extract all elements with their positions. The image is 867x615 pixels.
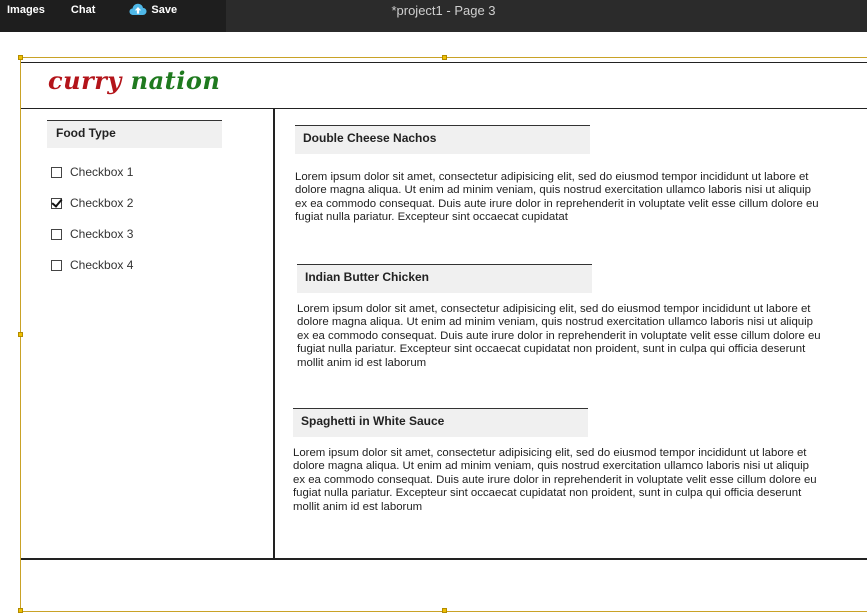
page-title: *project1 - Page 3 xyxy=(391,3,496,18)
resize-handle-top-left[interactable] xyxy=(18,55,23,60)
article-indian-butter-chicken: Indian Butter Chicken Lorem ipsum dolor … xyxy=(297,264,827,370)
logo-word-curry: curry xyxy=(48,66,122,95)
top-toolbar: Images Chat Save *project1 - Page 3 xyxy=(0,0,867,32)
checkbox-4-box[interactable] xyxy=(51,259,62,271)
checkbox-3-box[interactable] xyxy=(51,228,62,240)
footer-band xyxy=(21,558,867,612)
checkbox-3-label: Checkbox 3 xyxy=(70,227,134,241)
article-body: Lorem ipsum dolor sit amet, consectetur … xyxy=(293,447,817,513)
main-content: Double Cheese Nachos Lorem ipsum dolor s… xyxy=(277,109,867,559)
article-title: Spaghetti in White Sauce xyxy=(293,408,588,437)
checkbox-4[interactable]: Checkbox 4 xyxy=(51,257,133,273)
article-double-cheese-nachos: Double Cheese Nachos Lorem ipsum dolor s… xyxy=(295,125,825,225)
checkbox-4-label: Checkbox 4 xyxy=(70,258,134,272)
article-body: Lorem ipsum dolor sit amet, consectetur … xyxy=(295,171,819,224)
header-band: curry nation xyxy=(21,62,867,109)
checkbox-2-box[interactable] xyxy=(51,197,62,209)
filter-sidebar: Food Type Checkbox 1 Checkbox 2 Checkbox… xyxy=(21,109,275,559)
brand-logo[interactable]: curry nation xyxy=(48,65,220,97)
article-title: Indian Butter Chicken xyxy=(297,264,592,293)
checkbox-1[interactable]: Checkbox 1 xyxy=(51,164,133,180)
article-title: Double Cheese Nachos xyxy=(295,125,590,154)
resize-handle-top-center[interactable] xyxy=(442,55,447,60)
checkbox-3[interactable]: Checkbox 3 xyxy=(51,226,133,242)
article-body: Lorem ipsum dolor sit amet, consectetur … xyxy=(297,303,821,369)
article-spaghetti-in-white-sauce: Spaghetti in White Sauce Lorem ipsum dol… xyxy=(293,408,823,514)
checkbox-2[interactable]: Checkbox 2 xyxy=(51,195,133,211)
checkbox-1-box[interactable] xyxy=(51,166,62,178)
checkbox-1-label: Checkbox 1 xyxy=(70,165,134,179)
logo-word-nation: nation xyxy=(130,66,221,95)
food-type-heading: Food Type xyxy=(47,120,222,148)
checkbox-2-label: Checkbox 2 xyxy=(70,196,134,210)
